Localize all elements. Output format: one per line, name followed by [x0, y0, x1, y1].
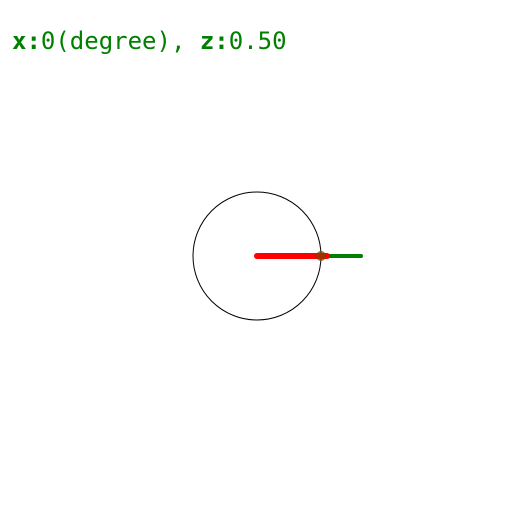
- dial-svg[interactable]: [0, 0, 512, 512]
- knob-marker[interactable]: [316, 251, 326, 261]
- dial-canvas[interactable]: [0, 0, 512, 512]
